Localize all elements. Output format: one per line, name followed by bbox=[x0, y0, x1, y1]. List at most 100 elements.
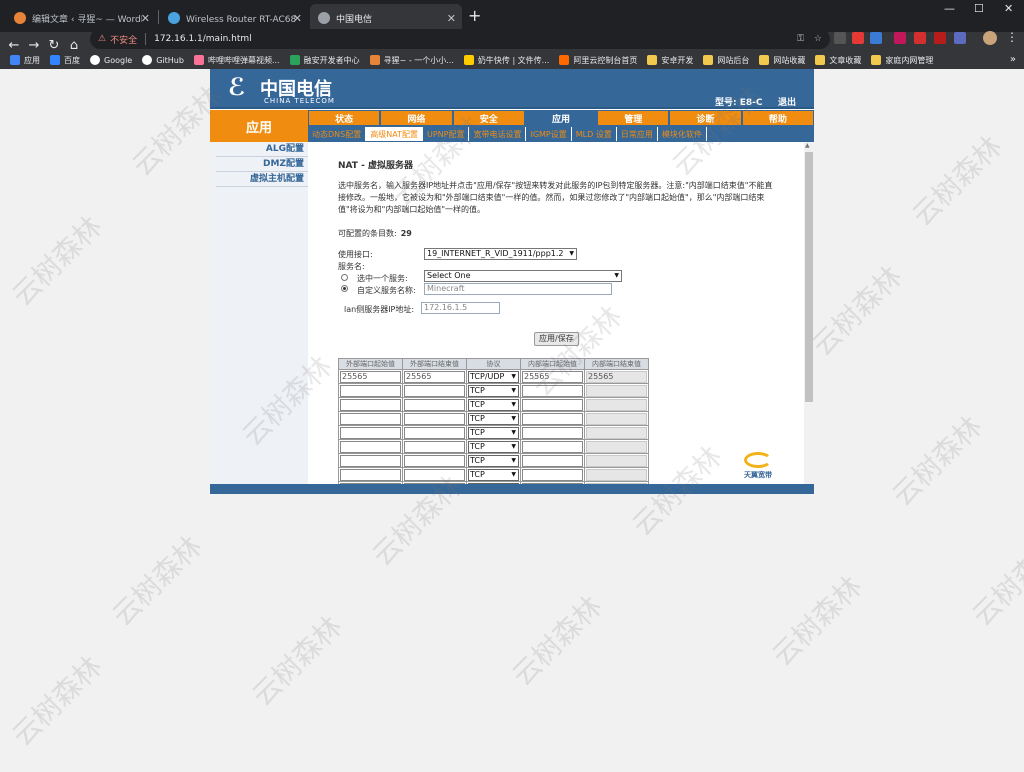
sub-nav-item[interactable]: 宽带电话设置 bbox=[469, 127, 527, 141]
main-nav-item[interactable]: 诊断 bbox=[670, 111, 741, 125]
lan-ip-input[interactable]: 172.16.1.5 bbox=[421, 302, 500, 314]
sub-nav-item[interactable]: MLD 设置 bbox=[572, 127, 617, 141]
extension-icon[interactable] bbox=[914, 32, 926, 44]
extension-icon[interactable] bbox=[934, 32, 946, 44]
custom-service-radio[interactable] bbox=[341, 285, 348, 292]
bookmark-3[interactable]: GitHub bbox=[142, 55, 184, 65]
close-tab-icon[interactable]: ✕ bbox=[141, 12, 150, 25]
protocol-select[interactable]: TCP/UDP ▼ bbox=[468, 370, 519, 383]
browser-tab-wordpress[interactable]: 编辑文章 ‹ 寻猩~ — WordPress ✕ bbox=[6, 4, 156, 32]
bookmark-star-icon[interactable]: ☆ bbox=[814, 34, 822, 44]
close-tab-icon[interactable]: ✕ bbox=[447, 12, 456, 25]
custom-service-input[interactable]: Minecraft bbox=[424, 283, 612, 295]
main-nav-item[interactable]: 帮助 bbox=[742, 111, 813, 125]
sub-nav-item[interactable]: 高级NAT配置 bbox=[366, 127, 423, 141]
protocol-select[interactable]: TCP ▼ bbox=[468, 440, 519, 453]
sub-nav-item[interactable]: 模块化软件 bbox=[658, 127, 707, 141]
scrollbar-thumb[interactable] bbox=[805, 152, 813, 402]
logout-link[interactable]: 退出 bbox=[778, 95, 796, 108]
external-start-port-input[interactable] bbox=[340, 412, 401, 425]
bookmark-2[interactable]: Google bbox=[90, 55, 132, 65]
protocol-select[interactable]: TCP ▼ bbox=[468, 398, 519, 411]
external-end-port-input[interactable] bbox=[404, 440, 465, 453]
chevron-down-icon: ▼ bbox=[511, 428, 516, 436]
bookmark-7[interactable]: 奶牛快传 | 文件传... bbox=[463, 55, 549, 66]
protocol-select[interactable]: TCP ▼ bbox=[468, 426, 519, 439]
insecure-label[interactable]: 不安全 bbox=[110, 33, 137, 46]
sub-nav-item[interactable]: IGMP设置 bbox=[526, 127, 572, 141]
bookmark-1[interactable]: 百度 bbox=[50, 55, 80, 66]
extension-icon[interactable] bbox=[834, 32, 846, 44]
select-service-radio[interactable] bbox=[341, 274, 348, 281]
internal-start-port-input[interactable]: 25565 bbox=[522, 370, 583, 383]
close-window-button[interactable]: ✕ bbox=[1004, 2, 1013, 15]
external-start-port-input[interactable]: 25565 bbox=[340, 370, 401, 383]
protocol-select[interactable]: TCP ▼ bbox=[468, 454, 519, 467]
internal-start-port-input[interactable] bbox=[522, 398, 583, 411]
extension-icon[interactable] bbox=[894, 32, 906, 44]
bookmarks-more-button[interactable]: » bbox=[1010, 54, 1016, 65]
external-end-port-input[interactable] bbox=[404, 426, 465, 439]
internal-start-port-input[interactable] bbox=[522, 454, 583, 467]
internal-start-port-input[interactable] bbox=[522, 468, 583, 481]
external-end-port-input[interactable] bbox=[404, 468, 465, 481]
bookmark-8[interactable]: 阿里云控制台首页 bbox=[559, 55, 637, 66]
sub-nav-item[interactable]: 动态DNS配置 bbox=[308, 127, 367, 141]
external-start-port-input[interactable] bbox=[340, 426, 401, 439]
bookmark-13[interactable]: 家庭内网管理 bbox=[871, 55, 933, 66]
bookmark-4[interactable]: 哔哩哔哩弹幕视频... bbox=[193, 55, 280, 66]
extension-icon[interactable] bbox=[954, 32, 966, 44]
bookmark-10[interactable]: 网站后台 bbox=[703, 55, 749, 66]
external-end-port-input[interactable] bbox=[404, 454, 465, 467]
external-start-port-input[interactable] bbox=[340, 454, 401, 467]
service-select[interactable]: Select One ▼ bbox=[424, 270, 622, 282]
external-start-port-input[interactable] bbox=[340, 468, 401, 481]
main-nav-item[interactable]: 管理 bbox=[598, 111, 669, 125]
left-nav-item[interactable]: 虚拟主机配置 bbox=[216, 172, 308, 187]
main-nav-item[interactable]: 状态 bbox=[309, 111, 380, 125]
sub-nav-item[interactable]: 日常应用 bbox=[617, 127, 658, 141]
minimize-button[interactable]: — bbox=[944, 2, 955, 15]
interface-select[interactable]: 19_INTERNET_R_VID_1911/ppp1.2 ▼ bbox=[424, 248, 577, 260]
external-end-port-input[interactable] bbox=[404, 384, 465, 397]
internal-start-port-input[interactable] bbox=[522, 412, 583, 425]
browser-tab-telecom[interactable]: 中国电信 ✕ bbox=[310, 4, 462, 32]
close-tab-icon[interactable]: ✕ bbox=[293, 12, 302, 25]
sub-nav-item[interactable]: UPNP配置 bbox=[423, 127, 470, 141]
protocol-select[interactable]: TCP ▼ bbox=[468, 468, 519, 481]
main-nav-item[interactable]: 应用 bbox=[525, 111, 597, 125]
protocol-select[interactable]: TCP ▼ bbox=[468, 384, 519, 397]
internal-start-port-input[interactable] bbox=[522, 384, 583, 397]
key-icon[interactable]: ⚿ bbox=[797, 34, 804, 44]
profile-avatar[interactable] bbox=[983, 31, 997, 45]
left-nav-item[interactable]: ALG配置 bbox=[216, 142, 308, 157]
bookmark-9[interactable]: 安卓开发 bbox=[647, 55, 693, 66]
external-end-port-input[interactable]: 25565 bbox=[404, 370, 465, 383]
apply-save-button[interactable]: 应用/保存 bbox=[534, 332, 579, 346]
external-end-port-input[interactable] bbox=[404, 412, 465, 425]
external-start-port-input[interactable] bbox=[340, 384, 401, 397]
external-end-port-input[interactable] bbox=[404, 398, 465, 411]
bookmark-6[interactable]: 寻猩~ - 一个小小... bbox=[369, 55, 454, 66]
new-tab-button[interactable]: + bbox=[468, 6, 481, 25]
external-start-port-input[interactable] bbox=[340, 440, 401, 453]
bookmark-5[interactable]: 融安开发者中心 bbox=[289, 55, 360, 66]
internal-start-port-input[interactable] bbox=[522, 426, 583, 439]
bookmark-0[interactable]: 应用 bbox=[10, 55, 40, 66]
extension-icon[interactable] bbox=[852, 32, 864, 44]
maximize-button[interactable]: ☐ bbox=[974, 2, 984, 15]
bookmark-11[interactable]: 网站收藏 bbox=[759, 55, 805, 66]
external-start-port-input[interactable] bbox=[340, 398, 401, 411]
address-bar[interactable]: ⚠ 不安全 172.16.1.1/main.html ⚿ ☆ bbox=[90, 29, 830, 49]
browser-menu-icon[interactable]: ⋮ bbox=[1006, 30, 1018, 44]
bookmark-12[interactable]: 文章收藏 bbox=[815, 55, 861, 66]
internal-start-port-input[interactable] bbox=[522, 440, 583, 453]
main-nav-item[interactable]: 网络 bbox=[381, 111, 452, 125]
protocol-select[interactable]: TCP ▼ bbox=[468, 412, 519, 425]
extension-icon[interactable] bbox=[870, 32, 882, 44]
left-nav-item[interactable]: DMZ配置 bbox=[216, 157, 308, 172]
url-text[interactable]: 172.16.1.1/main.html bbox=[154, 34, 252, 44]
main-nav-item[interactable]: 安全 bbox=[453, 111, 524, 125]
browser-tab-router[interactable]: Wireless Router RT-AC68U - 网 ✕ bbox=[160, 4, 308, 32]
scroll-up-icon[interactable]: ▲ bbox=[805, 142, 810, 149]
